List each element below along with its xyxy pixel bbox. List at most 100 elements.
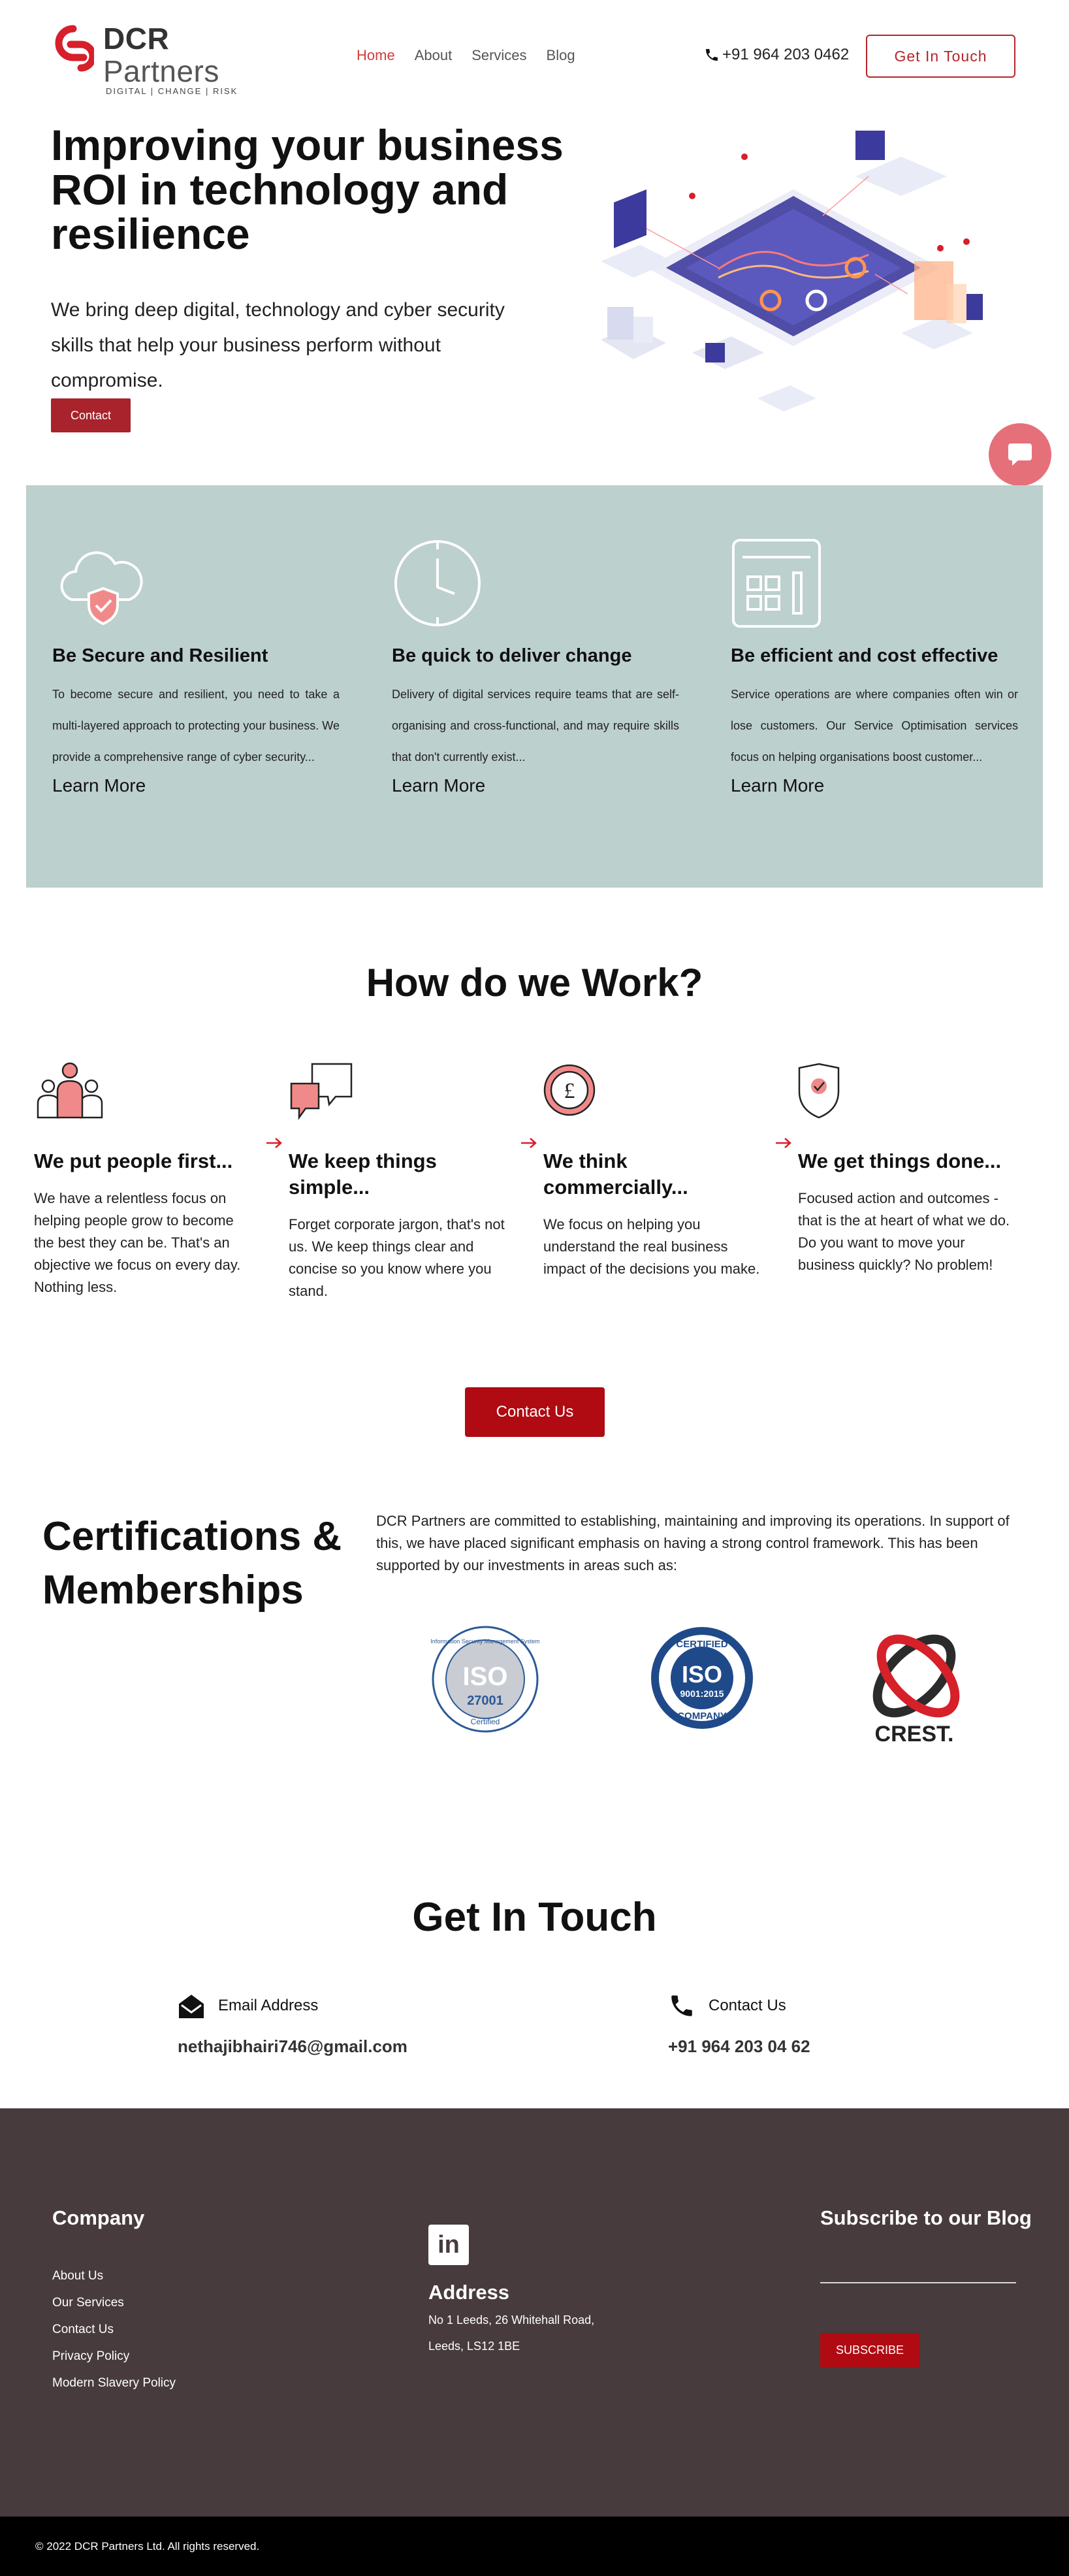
learn-more-link[interactable]: Learn More <box>392 775 679 796</box>
feature-card-quick: Be quick to deliver change Delivery of d… <box>392 538 679 796</box>
header-phone-number: +91 964 203 0462 <box>722 46 850 63</box>
site-footer: Company About Us Our Services Contact Us… <box>0 2108 1069 2517</box>
work-item-simple: We keep things simple... Forget corporat… <box>289 1061 511 1302</box>
clock-icon <box>394 540 481 626</box>
linkedin-icon[interactable]: in <box>428 2225 469 2265</box>
features-panel: Be Secure and Resilient To become secure… <box>26 485 1043 888</box>
email-label: Email Address <box>218 1997 319 2014</box>
footer-address: in Address No 1 Leeds, 26 Whitehall Road… <box>428 2225 598 2359</box>
phone-icon <box>671 1995 692 2016</box>
how-section-title: How do we Work? <box>366 961 703 1005</box>
address-heading: Address <box>428 2281 510 2304</box>
footer-company-heading: Company <box>52 2206 145 2229</box>
iso27001-top: ISO <box>463 1662 508 1691</box>
main-nav: Home About Services Blog <box>357 47 575 64</box>
crest-logo-icon: CREST. <box>872 1634 960 1747</box>
footer-company: Company About Us Our Services Contact Us… <box>52 2206 176 2396</box>
certifications-title: Certifications & Memberships <box>42 1514 342 1613</box>
work-item-people: We put people first... We have a relentl… <box>34 1061 256 1298</box>
iso-27001-badge-icon: Information Security Management System I… <box>431 1626 539 1733</box>
nav-services[interactable]: Services <box>471 47 526 64</box>
subscribe-email-input[interactable] <box>820 2282 1016 2283</box>
feature-title: Be Secure and Resilient <box>52 645 268 666</box>
work-description: Focused action and outcomes - that is th… <box>798 1190 1010 1273</box>
work-item-done: We get things done... Focused action and… <box>798 1061 1020 1276</box>
contact-phone: Contact Us +91 964 203 04 62 <box>668 1992 810 2057</box>
get-in-touch-title: Get In Touch <box>412 1895 657 1940</box>
nav-home[interactable]: Home <box>357 47 395 64</box>
hero-subtitle: We bring deep digital, technology and cy… <box>51 299 505 391</box>
cloud-shield-icon <box>60 551 143 626</box>
logo-partners: Partners <box>103 54 219 88</box>
learn-more-link[interactable]: Learn More <box>731 775 1018 796</box>
get-in-touch-button[interactable]: Get In Touch <box>866 35 1015 78</box>
feature-description: Service operations are where companies o… <box>731 688 1018 764</box>
work-title: We put people first... <box>34 1150 233 1172</box>
hero-title: Improving your business ROI in technolog… <box>51 121 564 258</box>
work-title: We think commercially... <box>543 1150 688 1199</box>
subscribe-button[interactable]: SUBSCRIBE <box>820 2333 919 2367</box>
footer-link-services[interactable]: Our Services <box>52 2289 176 2316</box>
feature-description: Delivery of digital services require tea… <box>392 688 679 764</box>
footer-link-privacy[interactable]: Privacy Policy <box>52 2343 176 2370</box>
footer-link-contact[interactable]: Contact Us <box>52 2316 176 2343</box>
iso27001-number: 27001 <box>467 1694 503 1708</box>
arrow-right-icon <box>266 1138 282 1148</box>
arrow-right-icon <box>521 1138 537 1148</box>
iso27001-ring-text: Information Security Management System <box>431 1638 539 1645</box>
people-icon <box>37 1062 103 1119</box>
iso9001-iso: ISO <box>682 1661 722 1688</box>
speech-bubbles-icon <box>290 1063 353 1120</box>
chat-widget-button[interactable] <box>989 423 1051 486</box>
footer-link-about[interactable]: About Us <box>52 2262 176 2289</box>
work-description: We focus on helping you understand the r… <box>543 1216 760 1277</box>
envelope-open-icon <box>179 1995 204 2018</box>
learn-more-link[interactable]: Learn More <box>52 775 340 796</box>
logo-dcr: DCR <box>103 22 170 56</box>
work-description: We have a relentless focus on helping pe… <box>34 1190 241 1295</box>
hero-contact-button[interactable]: Contact <box>51 398 131 432</box>
header-phone[interactable]: +91 964 203 0462 <box>704 46 849 64</box>
feature-title: Be efficient and cost effective <box>731 645 998 666</box>
feature-card-secure: Be Secure and Resilient To become secure… <box>52 538 340 796</box>
iso27001-certified: Certified <box>471 1717 500 1726</box>
iso9001-number: 9001:2015 <box>680 1688 724 1699</box>
work-title: We get things done... <box>798 1150 1002 1172</box>
copyright-bar: © 2022 DCR Partners Ltd. All rights rese… <box>0 2517 1069 2576</box>
logo[interactable]: DCR Partners DIGITAL | CHANGE | RISK <box>51 22 240 96</box>
feature-card-efficient: Be efficient and cost effective Service … <box>731 538 1018 796</box>
dcr-logo-icon <box>55 25 94 72</box>
footer-link-slavery[interactable]: Modern Slavery Policy <box>52 2370 176 2396</box>
crest-text: CREST. <box>875 1722 954 1747</box>
address-text: No 1 Leeds, 26 Whitehall Road, Leeds, LS… <box>428 2313 595 2353</box>
work-description: Forget corporate jargon, that's not us. … <box>289 1216 505 1299</box>
chat-icon <box>1008 443 1032 466</box>
certifications-description: DCR Partners are committed to establishi… <box>376 1513 1010 1573</box>
logo-tagline: DIGITAL | CHANGE | RISK <box>106 86 238 96</box>
svg-text:£: £ <box>564 1079 575 1103</box>
dashboard-icon <box>732 539 821 628</box>
phone-number[interactable]: +91 964 203 04 62 <box>668 2037 810 2057</box>
subscribe-heading: Subscribe to our Blog <box>820 2206 1032 2229</box>
contact-us-button[interactable]: Contact Us <box>465 1387 605 1437</box>
isometric-dashboard-illustration <box>601 131 983 411</box>
footer-subscribe: Subscribe to our Blog SUBSCRIBE <box>820 2206 1032 2367</box>
logo-text: DCR Partners <box>103 22 219 88</box>
nav-about[interactable]: About <box>415 47 453 64</box>
arrow-right-icon <box>776 1138 791 1148</box>
pound-coin-icon: £ <box>543 1064 596 1116</box>
nav-blog[interactable]: Blog <box>547 47 575 64</box>
iso9001-certified: CERTIFIED <box>676 1639 727 1650</box>
phone-label: Contact Us <box>709 1997 786 2014</box>
shield-check-icon <box>798 1063 840 1119</box>
phone-icon <box>706 49 718 61</box>
iso-9001-badge-icon: CERTIFIED ISO 9001:2015 COMPANY <box>651 1627 753 1729</box>
feature-title: Be quick to deliver change <box>392 645 632 666</box>
work-item-commercial: £ We think commercially... We focus on h… <box>543 1061 765 1280</box>
contact-email: Email Address nethajibhairi746@gmail.com <box>178 1992 407 2057</box>
iso9001-company: COMPANY <box>677 1711 727 1722</box>
feature-description: To become secure and resilient, you need… <box>52 688 340 764</box>
site-header: DCR Partners DIGITAL | CHANGE | RISK Hom… <box>0 0 1069 114</box>
work-title: We keep things simple... <box>289 1150 437 1199</box>
email-address[interactable]: nethajibhairi746@gmail.com <box>178 2037 407 2057</box>
